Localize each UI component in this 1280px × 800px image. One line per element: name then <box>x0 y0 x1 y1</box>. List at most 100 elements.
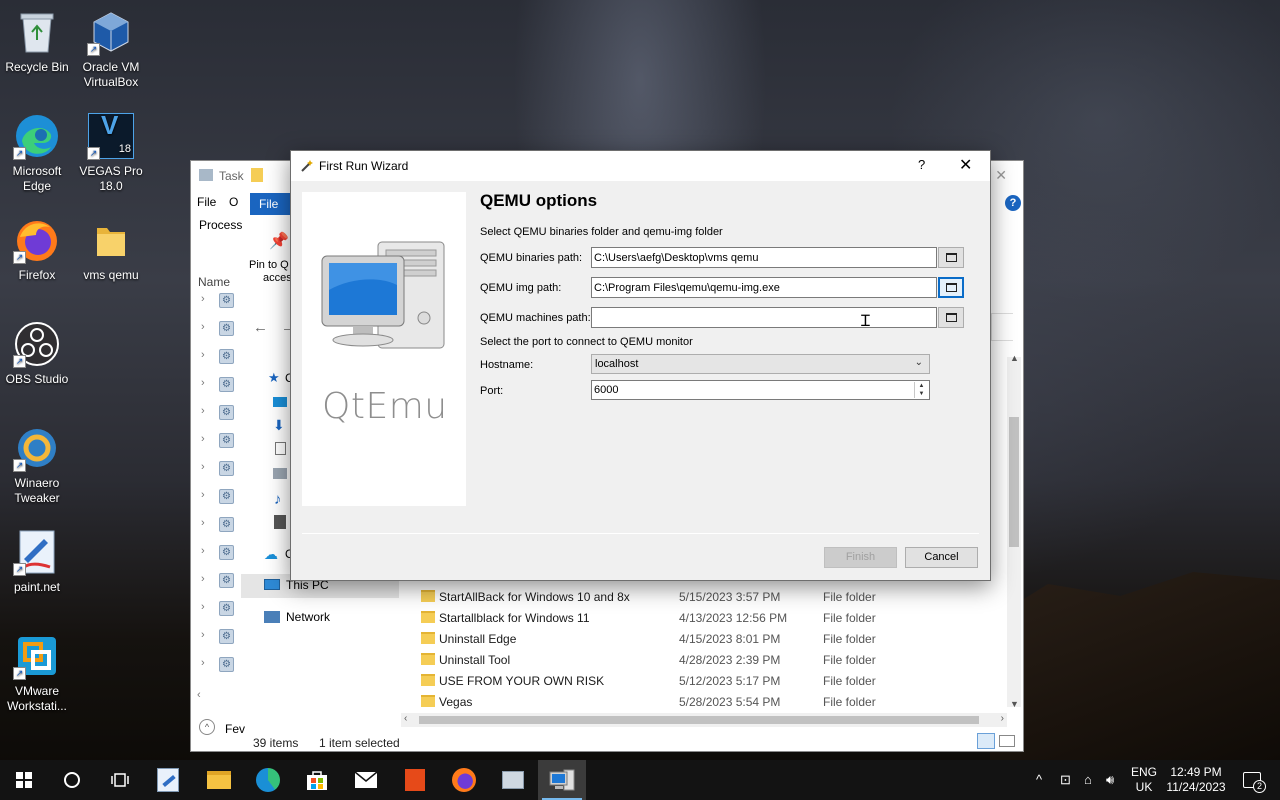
winaero-icon: ↗ <box>13 424 61 472</box>
process-row[interactable]: › ⚙ <box>201 433 237 449</box>
process-row[interactable]: › ⚙ <box>201 321 237 337</box>
task-view-button[interactable] <box>96 760 144 800</box>
scroll-right-icon[interactable]: › <box>1001 713 1004 724</box>
process-row[interactable]: › ⚙ <box>201 489 237 505</box>
start-button[interactable] <box>0 760 48 800</box>
desktop-icon-paintnet[interactable]: ↗ paint.net <box>0 528 74 595</box>
process-row[interactable]: › ⚙ <box>201 573 237 589</box>
binaries-path-input[interactable] <box>591 247 937 268</box>
desktop-icon-winaero[interactable]: ↗ Winaero Tweaker <box>0 424 74 506</box>
large-icons-view-icon[interactable] <box>999 735 1015 747</box>
desktop-icon-edge[interactable]: ↗ Microsoft Edge <box>0 112 74 194</box>
machines-path-input[interactable] <box>591 307 937 328</box>
dialog-titlebar[interactable]: First Run Wizard ? ✕ <box>291 151 990 181</box>
search-box-partial[interactable] <box>991 313 1013 341</box>
cancel-button[interactable]: Cancel <box>905 547 978 568</box>
img-browse-button[interactable] <box>938 277 964 298</box>
vertical-scrollbar[interactable]: ▲ ▼ <box>1007 353 1021 709</box>
scrollbar-thumb[interactable] <box>419 716 979 724</box>
desktop-icon-vms-qemu[interactable]: vms qemu <box>74 216 148 283</box>
taskbar-paintnet[interactable] <box>144 760 192 800</box>
meet-now-icon[interactable]: ⊡ <box>1060 772 1071 788</box>
img-path-input[interactable] <box>591 277 937 298</box>
scroll-left-icon[interactable]: ‹ <box>404 713 407 724</box>
shortcut-arrow-icon: ↗ <box>13 459 26 472</box>
process-row[interactable]: › ⚙ <box>201 293 237 309</box>
help-icon[interactable]: ? <box>1005 195 1021 211</box>
fewer-details-link[interactable]: Fev <box>225 722 245 736</box>
process-row[interactable]: › ⚙ <box>201 657 237 673</box>
shortcut-arrow-icon: ↗ <box>13 251 26 264</box>
menu-options[interactable]: O <box>229 195 238 209</box>
network-icon[interactable]: ⌂ <box>1084 772 1092 787</box>
nav-network[interactable]: Network <box>241 607 399 629</box>
process-row[interactable]: › ⚙ <box>201 629 237 645</box>
process-row[interactable]: › ⚙ <box>201 349 237 365</box>
show-hidden-icons-chevron[interactable]: ^ <box>1036 772 1042 787</box>
vegas-icon: V 18 ↗ <box>87 112 135 160</box>
list-item[interactable]: Startallblack for Windows 11 4/13/2023 12… <box>417 608 1017 629</box>
qtemu-brand-text: QtEmu <box>322 386 448 427</box>
process-row[interactable]: › ⚙ <box>201 545 237 561</box>
process-row[interactable]: › ⚙ <box>201 377 237 393</box>
taskbar-qtemu[interactable] <box>538 760 586 800</box>
chevron-up-icon[interactable]: ^ <box>199 719 215 735</box>
pin-icon[interactable]: 📌 <box>269 231 289 251</box>
first-run-wizard-dialog[interactable]: First Run Wizard ? ✕ QtEmu QEMU options … <box>290 150 991 581</box>
process-row[interactable]: › ⚙ <box>201 461 237 477</box>
machines-browse-button[interactable] <box>938 307 964 328</box>
list-item[interactable]: Uninstall Tool 4/28/2023 2:39 PM File fold… <box>417 650 1017 671</box>
port-stepper[interactable]: ▲ ▼ <box>914 382 928 398</box>
process-row[interactable]: › ⚙ <box>201 405 237 421</box>
taskbar-task-manager[interactable] <box>489 760 537 800</box>
file-date: 4/15/2023 8:01 PM <box>679 632 781 646</box>
list-item[interactable]: StartAllBack for Windows 10 and 8x 5/15/2… <box>417 587 1017 608</box>
process-row[interactable]: › ⚙ <box>201 601 237 617</box>
spin-up-icon[interactable]: ▲ <box>915 382 928 390</box>
taskbar-mail[interactable] <box>342 760 390 800</box>
scrollbar-thumb[interactable] <box>1009 417 1019 547</box>
search-button[interactable] <box>48 760 96 800</box>
computer-icon <box>321 241 445 349</box>
desktop-icon-label: Winaero Tweaker <box>14 476 60 505</box>
taskbar-office[interactable] <box>391 760 439 800</box>
horizontal-scrollbar[interactable]: ‹ › <box>401 713 1007 727</box>
scroll-up-icon[interactable]: ▲ <box>1010 353 1019 363</box>
desktop-icon-virtualbox[interactable]: ↗ Oracle VM VirtualBox <box>74 8 148 90</box>
desktop-icon-vmware[interactable]: ↗ VMware Workstati... <box>0 632 74 714</box>
desktop-icon-vegas[interactable]: V 18 ↗ VEGAS Pro 18.0 <box>74 112 148 194</box>
scroll-left-icon[interactable]: ‹ <box>197 689 201 701</box>
file-date: 4/28/2023 2:39 PM <box>679 653 781 667</box>
close-icon[interactable]: ✕ <box>995 167 1007 184</box>
close-button[interactable]: ✕ <box>959 155 972 175</box>
column-header-name[interactable]: Name <box>198 275 230 289</box>
desktop-icon-firefox[interactable]: ↗ Firefox <box>0 216 74 283</box>
hostname-select[interactable]: localhost ⌄ <box>591 354 930 374</box>
details-view-icon[interactable] <box>977 733 995 749</box>
taskbar-store[interactable] <box>293 760 341 800</box>
volume-icon[interactable]: 🔊︎ <box>1106 772 1114 788</box>
finish-button[interactable]: Finish <box>824 547 897 568</box>
list-item[interactable]: USE FROM YOUR OWN RISK 5/12/2023 5:17 PM F… <box>417 671 1017 692</box>
taskbar-firefox[interactable] <box>440 760 488 800</box>
language-indicator[interactable]: ENG UK <box>1128 765 1160 795</box>
desktop-icon-recycle-bin[interactable]: Recycle Bin <box>0 8 74 75</box>
menu-file[interactable]: File <box>197 195 216 209</box>
taskbar-edge[interactable] <box>244 760 292 800</box>
pin-quick-access-label: Pin to Q <box>249 259 289 271</box>
list-item[interactable]: Uninstall Edge 4/15/2023 8:01 PM File fold… <box>417 629 1017 650</box>
desktop-icon-obs[interactable]: ↗ OBS Studio <box>0 320 74 387</box>
binaries-browse-button[interactable] <box>938 247 964 268</box>
help-button[interactable]: ? <box>918 157 925 172</box>
taskbar-file-explorer[interactable] <box>195 760 243 800</box>
notification-center-button[interactable]: 2 <box>1232 760 1272 800</box>
spin-down-icon[interactable]: ▼ <box>915 390 928 398</box>
process-row[interactable]: › ⚙ <box>201 517 237 533</box>
folder-icon <box>421 632 435 644</box>
ribbon-file-tab[interactable]: File <box>250 193 292 215</box>
list-item[interactable]: Vegas 5/28/2023 5:54 PM File folder <box>417 692 1017 713</box>
clock[interactable]: 12:49 PM 11/24/2023 <box>1162 765 1230 795</box>
scroll-down-icon[interactable]: ▼ <box>1010 699 1019 709</box>
tab-processes[interactable]: Process <box>199 218 242 232</box>
port-spinbox[interactable]: 6000 ▲ ▼ <box>591 380 930 400</box>
